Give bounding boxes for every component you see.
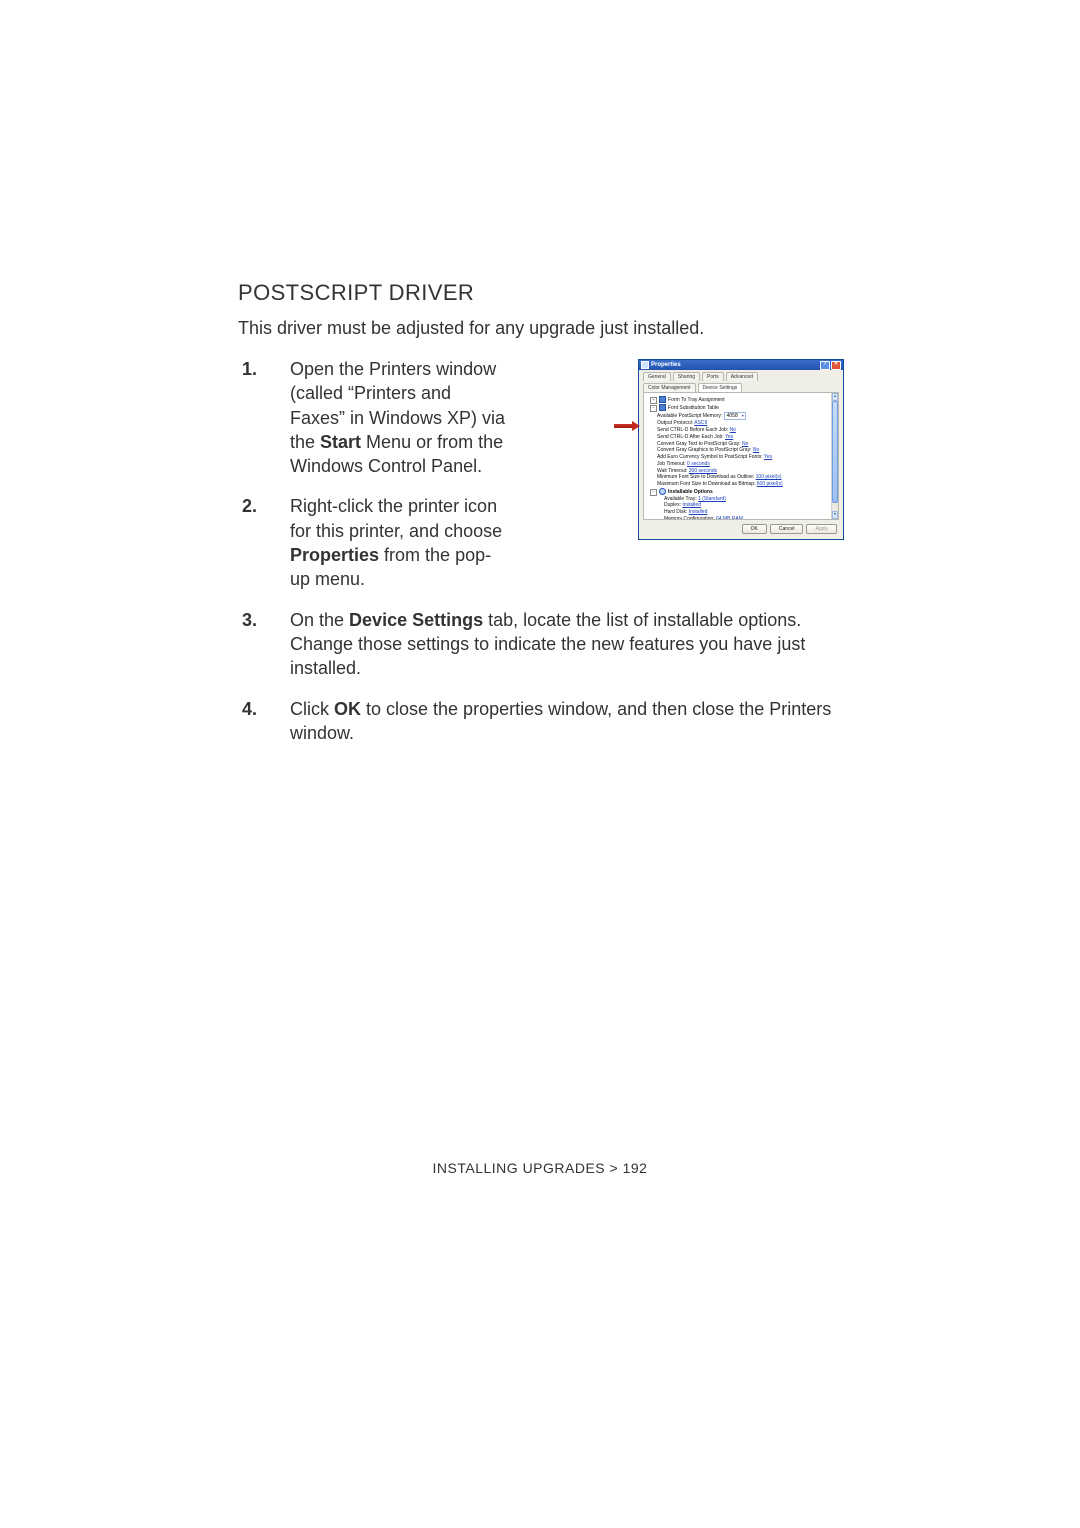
- step-1-bold: Start: [320, 432, 361, 452]
- label-max-bitmap: Maximum Font Size to Download as Bitmap:: [657, 481, 755, 487]
- step-3: On the Device Settings tab, locate the l…: [238, 608, 842, 681]
- step-4-text-b: to close the properties window, and then…: [290, 699, 831, 743]
- step-4-bold: OK: [334, 699, 361, 719]
- step-2: Right-click the printer icon for this pr…: [238, 494, 842, 591]
- page-footer: INSTALLING UPGRADES > 192: [0, 1160, 1080, 1176]
- value-max-bitmap[interactable]: 600 pixel(s): [757, 481, 783, 487]
- instruction-list: Open the Printers window (called “Printe…: [238, 357, 842, 745]
- step-3-bold: Device Settings: [349, 610, 483, 630]
- step-3-text-a: On the: [290, 610, 349, 630]
- step-4: Click OK to close the properties window,…: [238, 697, 842, 746]
- section-heading: POSTSCRIPT DRIVER: [238, 280, 842, 306]
- step-2-bold: Properties: [290, 545, 379, 565]
- step-1: Open the Printers window (called “Printe…: [238, 357, 842, 478]
- step-2-text-a: Right-click the printer icon for this pr…: [290, 496, 502, 540]
- step-4-text-a: Click: [290, 699, 334, 719]
- lead-paragraph: This driver must be adjusted for any upg…: [238, 318, 842, 339]
